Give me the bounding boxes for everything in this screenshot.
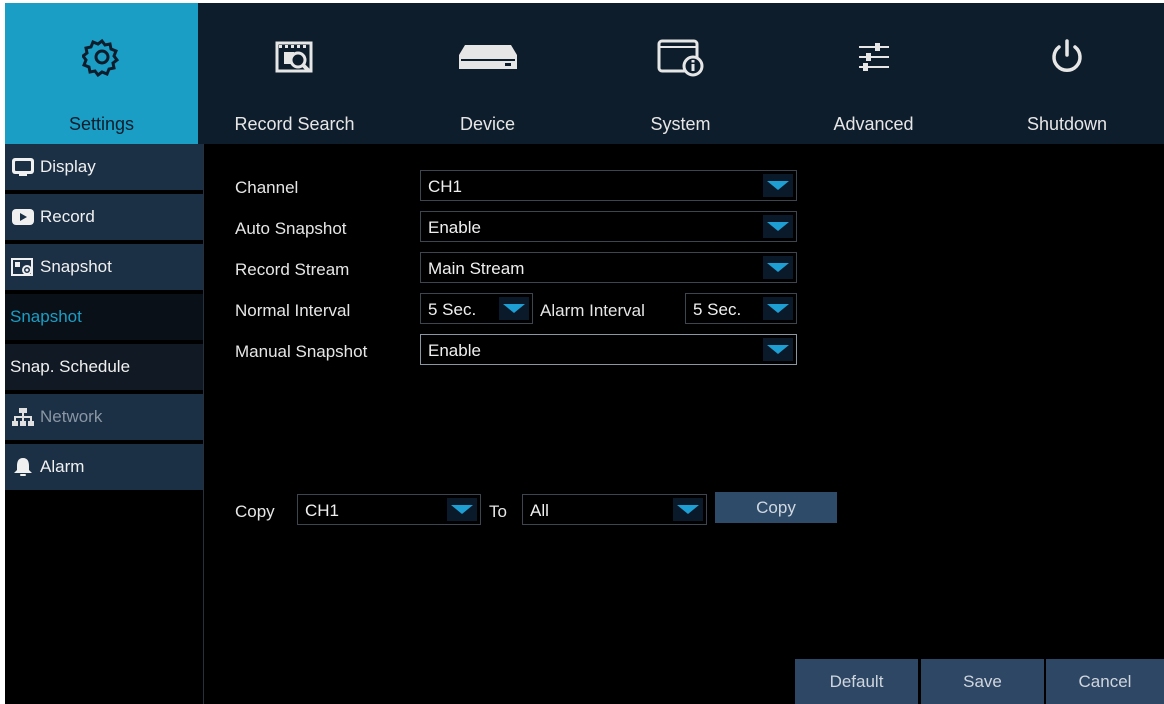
sidebar-item-label: Display [40, 157, 96, 176]
tab-system[interactable]: System [584, 3, 777, 144]
chevron-down-icon[interactable] [763, 297, 793, 320]
tab-settings[interactable]: Settings [5, 3, 198, 144]
alarm-interval-label: Alarm Interval [540, 301, 645, 320]
copy-to-label: To [489, 502, 507, 521]
chevron-down-icon[interactable] [499, 297, 529, 320]
sidebar-subitem-snapshot[interactable]: Snapshot [5, 294, 203, 340]
app-window: Settings Record Search Device System Adv… [5, 3, 1164, 704]
manual-snapshot-label: Manual Snapshot [235, 342, 368, 361]
record-search-icon [198, 35, 391, 79]
tab-advanced[interactable]: Advanced [777, 3, 970, 144]
copy-label: Copy [235, 502, 275, 521]
cancel-button[interactable]: Cancel [1046, 659, 1164, 704]
tab-shutdown[interactable]: Shutdown [970, 3, 1164, 144]
gear-icon [5, 35, 198, 79]
sidebar-item-label: Alarm [40, 457, 85, 476]
copy-from-select[interactable]: CH1 [297, 494, 481, 525]
chevron-down-icon[interactable] [763, 256, 793, 279]
power-icon [970, 35, 1164, 79]
tab-record-search[interactable]: Record Search [198, 3, 391, 144]
sidebar-subitem-label: Snapshot [10, 307, 82, 326]
sidebar-subitem-snap-schedule[interactable]: Snap. Schedule [5, 344, 203, 390]
hard-drive-icon [391, 35, 584, 79]
chevron-down-icon[interactable] [763, 174, 793, 197]
normal-interval-value: 5 Sec. [428, 300, 477, 319]
sidebar: Display Record Snapshot Snapshot Snap. S… [5, 144, 204, 704]
sidebar-item-label: Network [40, 407, 103, 426]
tab-record-search-label: Record Search [234, 114, 355, 134]
tab-device-label: Device [459, 114, 516, 134]
copy-from-value: CH1 [305, 501, 340, 520]
default-button[interactable]: Default [795, 659, 918, 704]
chevron-down-icon[interactable] [763, 338, 793, 361]
channel-value: CH1 [428, 177, 463, 196]
snapshot-settings-panel: Channel CH1 Auto Snapshot Enable Record … [204, 144, 1164, 704]
auto-snapshot-value: Enable [428, 218, 481, 237]
normal-interval-label: Normal Interval [235, 301, 351, 320]
sidebar-subitem-label: Snap. Schedule [10, 357, 131, 376]
monitor-icon [10, 157, 36, 177]
alarm-interval-select[interactable]: 5 Sec. [685, 293, 797, 324]
manual-snapshot-select[interactable]: Enable [420, 334, 797, 365]
system-info-icon [584, 35, 777, 79]
sidebar-item-label: Record [40, 207, 95, 226]
copy-button[interactable]: Copy [715, 492, 837, 523]
alarm-interval-value: 5 Sec. [693, 300, 742, 319]
sidebar-item-alarm[interactable]: Alarm [5, 444, 203, 490]
channel-label: Channel [235, 178, 299, 197]
chevron-down-icon[interactable] [447, 498, 477, 521]
sidebar-item-network[interactable]: Network [5, 394, 203, 440]
tab-advanced-label: Advanced [833, 114, 914, 134]
auto-snapshot-select[interactable]: Enable [420, 211, 797, 242]
network-icon [10, 407, 36, 427]
channel-select[interactable]: CH1 [420, 170, 797, 201]
chevron-down-icon[interactable] [763, 215, 793, 238]
tab-settings-label: Settings [68, 114, 135, 134]
sliders-icon [777, 35, 970, 79]
snapshot-icon [10, 257, 36, 277]
record-stream-value: Main Stream [428, 259, 525, 278]
record-stream-select[interactable]: Main Stream [420, 252, 797, 283]
record-icon [10, 207, 36, 227]
auto-snapshot-label: Auto Snapshot [235, 219, 347, 238]
top-navigation: Settings Record Search Device System Adv… [5, 3, 1164, 144]
sidebar-item-label: Snapshot [40, 257, 112, 276]
copy-to-select[interactable]: All [522, 494, 707, 525]
tab-device[interactable]: Device [391, 3, 584, 144]
tab-shutdown-label: Shutdown [1026, 114, 1108, 134]
chevron-down-icon[interactable] [673, 498, 703, 521]
sidebar-item-snapshot[interactable]: Snapshot [5, 244, 203, 290]
sidebar-item-record[interactable]: Record [5, 194, 203, 240]
copy-to-value: All [530, 501, 549, 520]
manual-snapshot-value: Enable [428, 341, 481, 360]
tab-system-label: System [650, 114, 711, 134]
record-stream-label: Record Stream [235, 260, 350, 279]
sidebar-item-display[interactable]: Display [5, 144, 203, 190]
bell-icon [10, 457, 36, 477]
normal-interval-select[interactable]: 5 Sec. [420, 293, 533, 324]
save-button[interactable]: Save [921, 659, 1044, 704]
